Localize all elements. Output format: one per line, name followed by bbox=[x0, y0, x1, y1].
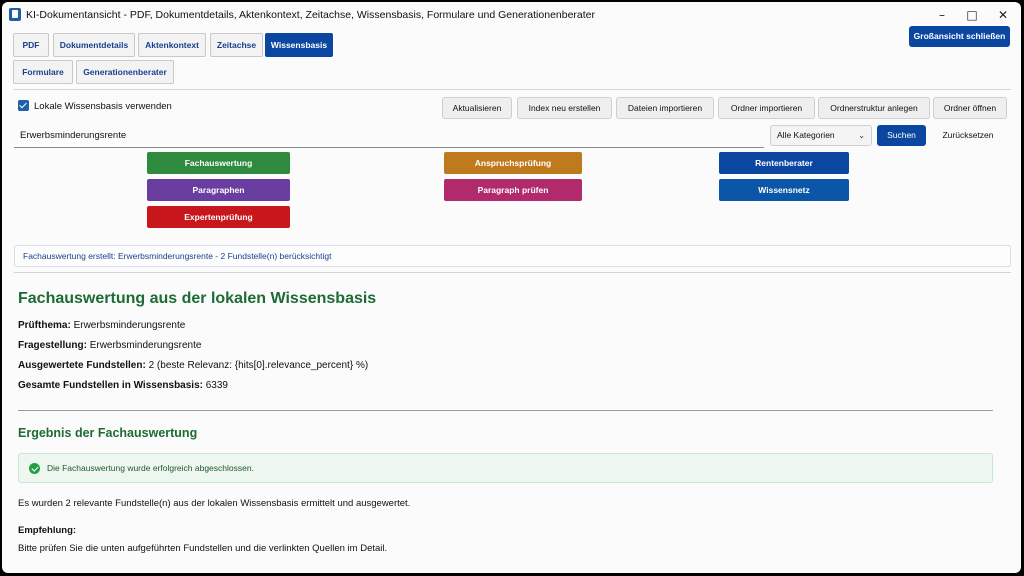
search-button[interactable]: Suchen bbox=[877, 125, 926, 146]
document-app-icon bbox=[9, 8, 21, 21]
app-window: KI-Dokumentansicht - PDF, Dokumentdetail… bbox=[2, 2, 1021, 573]
report-summary: Es wurden 2 relevante Fundstelle(n) aus … bbox=[18, 498, 411, 509]
report-topic: Prüfthema: Erwerbsminderungsrente bbox=[18, 320, 185, 331]
success-message: Die Fachauswertung wurde erfolgreich abg… bbox=[47, 463, 254, 473]
maximize-icon[interactable]: □ bbox=[957, 6, 987, 24]
window-title: KI-Dokumentansicht - PDF, Dokumentdetail… bbox=[26, 9, 596, 21]
recommendation-label: Empfehlung: bbox=[18, 525, 77, 536]
total-label: Gesamte Fundstellen in Wissensbasis: bbox=[18, 380, 203, 391]
tab-generation-advisor[interactable]: Generationenberater bbox=[76, 60, 174, 84]
tab-forms[interactable]: Formulare bbox=[13, 60, 73, 84]
title-bar: KI-Dokumentansicht - PDF, Dokumentdetail… bbox=[2, 2, 1021, 28]
paragraphs-button[interactable]: Paragraphen bbox=[147, 179, 290, 201]
reset-button[interactable]: Zurücksetzen bbox=[932, 125, 1004, 146]
check-circle-icon bbox=[29, 463, 40, 474]
status-bar: Fachauswertung erstellt: Erwerbsminderun… bbox=[14, 245, 1011, 267]
total-value: 6339 bbox=[205, 380, 228, 391]
topic-value: Erwerbsminderungsrente bbox=[73, 320, 186, 331]
question-label: Fragestellung: bbox=[18, 340, 87, 351]
check-paragraph-button[interactable]: Paragraph prüfen bbox=[444, 179, 582, 201]
tab-document-details[interactable]: Dokumentdetails bbox=[53, 33, 135, 57]
chevron-down-icon: ⌄ bbox=[858, 131, 865, 140]
tab-file-context[interactable]: Aktenkontext bbox=[138, 33, 206, 57]
rebuild-index-button[interactable]: Index neu erstellen bbox=[517, 97, 612, 119]
knowledge-network-button[interactable]: Wissensnetz bbox=[719, 179, 849, 201]
use-local-kb-label: Lokale Wissensbasis verwenden bbox=[34, 101, 172, 112]
divider bbox=[14, 89, 1011, 90]
report-question: Fragestellung: Erwerbsminderungsrente bbox=[18, 340, 201, 351]
close-icon[interactable]: ✕ bbox=[988, 6, 1018, 24]
close-large-view-button[interactable]: Großansicht schließen bbox=[909, 26, 1010, 47]
tab-timeline[interactable]: Zeitachse bbox=[210, 33, 263, 57]
topic-label: Prüfthema: bbox=[18, 320, 71, 331]
use-local-kb-checkbox[interactable] bbox=[18, 100, 29, 111]
report-divider bbox=[18, 410, 993, 411]
refresh-button[interactable]: Aktualisieren bbox=[442, 97, 512, 119]
tab-knowledge-base[interactable]: Wissensbasis bbox=[265, 33, 333, 57]
evaluated-label: Ausgewertete Fundstellen: bbox=[18, 360, 146, 371]
recommendation-text: Bitte prüfen Sie die unten aufgeführten … bbox=[18, 543, 388, 554]
import-files-button[interactable]: Dateien importieren bbox=[616, 97, 714, 119]
report-total: Gesamte Fundstellen in Wissensbasis: 633… bbox=[18, 380, 228, 391]
import-folder-button[interactable]: Ordner importieren bbox=[718, 97, 815, 119]
minimize-icon[interactable]: – bbox=[927, 6, 957, 24]
evaluated-value: 2 (beste Relevanz: {hits[0].relevance_pe… bbox=[148, 360, 369, 371]
expert-review-button[interactable]: Expertenprüfung bbox=[147, 206, 290, 228]
expert-evaluation-button[interactable]: Fachauswertung bbox=[147, 152, 290, 174]
result-heading: Ergebnis der Fachauswertung bbox=[18, 426, 198, 440]
question-value: Erwerbsminderungsrente bbox=[89, 340, 202, 351]
pension-advisor-button[interactable]: Rentenberater bbox=[719, 152, 849, 174]
tab-pdf[interactable]: PDF bbox=[13, 33, 49, 57]
entitlement-check-button[interactable]: Anspruchsprüfung bbox=[444, 152, 582, 174]
search-input[interactable] bbox=[14, 124, 764, 148]
success-message-box: Die Fachauswertung wurde erfolgreich abg… bbox=[18, 453, 993, 483]
report-evaluated: Ausgewertete Fundstellen: 2 (beste Relev… bbox=[18, 360, 368, 371]
report-heading: Fachauswertung aus der lokalen Wissensba… bbox=[18, 290, 377, 307]
category-select[interactable]: Alle Kategorien ⌄ bbox=[770, 125, 872, 146]
divider bbox=[14, 272, 1011, 273]
category-select-value: Alle Kategorien bbox=[777, 130, 835, 140]
open-folder-button[interactable]: Ordner öffnen bbox=[933, 97, 1007, 119]
create-folder-structure-button[interactable]: Ordnerstruktur anlegen bbox=[818, 97, 930, 119]
